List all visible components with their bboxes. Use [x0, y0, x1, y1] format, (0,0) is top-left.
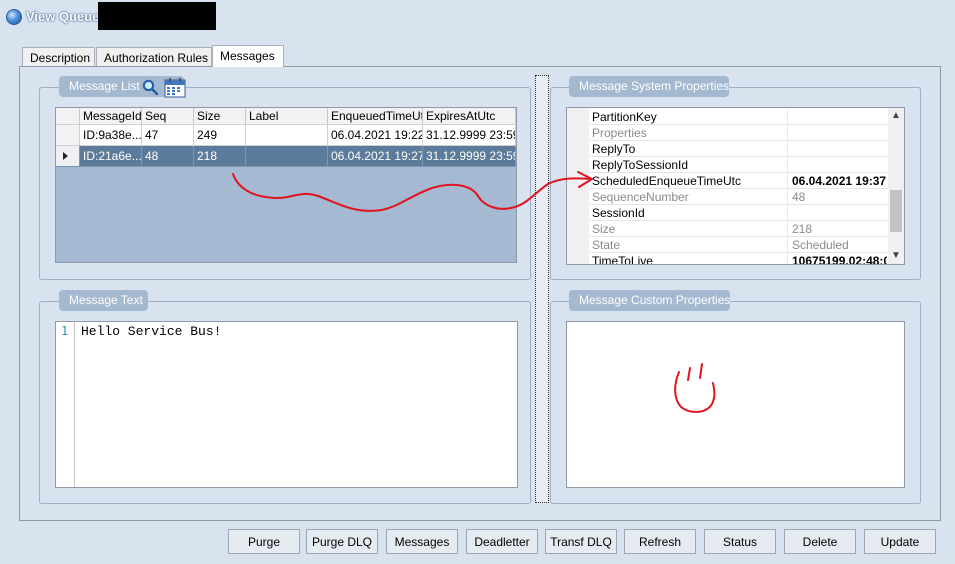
message-grid[interactable]: MessageId Seq Size Label EnqueuedTimeUtc… [55, 107, 517, 263]
tab-description[interactable]: Description [22, 47, 95, 66]
tab-messages[interactable]: Messages [212, 45, 284, 67]
search-icon[interactable] [142, 79, 158, 95]
cell-messageid: ID:9a38e... [80, 125, 142, 146]
column-header-expiresatutc[interactable]: ExpiresAtUtc [423, 108, 516, 125]
transf-dlq-button[interactable]: Transf DLQ [545, 529, 617, 554]
property-name: SessionId [592, 206, 645, 220]
property-grid-scrollbar[interactable]: ▲ ▼ [888, 108, 904, 264]
table-row[interactable]: ID:9a38e... 47 249 06.04.2021 19:22 31.1… [56, 125, 516, 146]
scroll-thumb[interactable] [890, 190, 902, 232]
property-row[interactable]: Properties [589, 125, 888, 141]
property-name: SequenceNumber [592, 190, 689, 204]
cell-enqueued: 06.04.2021 19:27 [328, 146, 423, 167]
property-row[interactable]: PartitionKey [589, 109, 888, 125]
column-header-messageid[interactable]: MessageId [80, 108, 142, 125]
status-button[interactable]: Status [704, 529, 776, 554]
calendar-icon[interactable] [164, 77, 186, 98]
cell-enqueued: 06.04.2021 19:22 [328, 125, 423, 146]
scroll-up-icon[interactable]: ▲ [888, 110, 904, 124]
purge-button[interactable]: Purge [228, 529, 300, 554]
current-row-arrow-icon [63, 152, 68, 160]
column-header-enqueuedtimeutc[interactable]: EnqueuedTimeUtc [328, 108, 423, 125]
property-name: Properties [592, 126, 647, 140]
property-name: PartitionKey [592, 110, 657, 124]
message-text-header: Message Text [59, 290, 148, 311]
property-row[interactable]: ScheduledEnqueueTimeUtc 06.04.2021 19:37 [589, 173, 888, 189]
cell-size: 218 [194, 146, 246, 167]
tab-authorization-rules[interactable]: Authorization Rules [96, 47, 212, 66]
property-grid-gutter [567, 108, 589, 264]
cell-messageid: ID:21a6e... [80, 146, 142, 167]
cell-size: 249 [194, 125, 246, 146]
line-number: 1 [61, 324, 69, 338]
cell-expires: 31.12.9999 23:59 [423, 125, 516, 146]
property-value[interactable] [787, 158, 887, 173]
row-header-corner [56, 108, 80, 125]
property-name: TimeToLive [592, 254, 653, 265]
property-row[interactable]: Size 218 [589, 221, 888, 237]
globe-icon [6, 9, 22, 25]
column-header-label[interactable]: Label [246, 108, 328, 125]
property-name: Size [592, 222, 616, 236]
property-value[interactable]: 06.04.2021 19:37 [787, 174, 887, 189]
refresh-button[interactable]: Refresh [624, 529, 696, 554]
column-header-size[interactable]: Size [194, 108, 246, 125]
cell-expires: 31.12.9999 23:59 [423, 146, 516, 167]
property-name: ScheduledEnqueueTimeUtc [592, 174, 741, 188]
property-value[interactable] [787, 126, 887, 141]
cell-label [246, 146, 328, 167]
system-properties-grid[interactable]: PartitionKey Properties ReplyTo ReplyToSess… [566, 107, 905, 265]
property-row[interactable]: TimeToLive 10675199.02:48:0 [589, 253, 888, 265]
property-value[interactable] [787, 142, 887, 157]
message-body-text[interactable]: Hello Service Bus! [81, 324, 221, 339]
property-name: ReplyTo [592, 142, 636, 156]
row-header[interactable] [56, 146, 80, 167]
cell-label [246, 125, 328, 146]
message-list-title: Message List [69, 79, 140, 93]
property-row[interactable]: ReplyTo [589, 141, 888, 157]
grid-header-row: MessageId Seq Size Label EnqueuedTimeUtc… [56, 108, 516, 125]
custom-properties-header: Message Custom Properties [569, 290, 730, 311]
delete-button[interactable]: Delete [784, 529, 856, 554]
redacted-queue-name [98, 2, 216, 30]
property-value[interactable]: 10675199.02:48:0 [787, 254, 887, 264]
property-value[interactable]: 218 [787, 222, 887, 237]
deadletter-button[interactable]: Deadletter [466, 529, 538, 554]
cell-seq: 48 [142, 146, 194, 167]
update-button[interactable]: Update [864, 529, 936, 554]
row-header[interactable] [56, 125, 80, 146]
scroll-down-icon[interactable]: ▼ [888, 250, 904, 264]
purge-dlq-button[interactable]: Purge DLQ [306, 529, 378, 554]
property-row[interactable]: SessionId [589, 205, 888, 221]
message-text-editor[interactable]: 1 Hello Service Bus! [55, 321, 518, 488]
window-title: View Queue: [26, 9, 104, 24]
property-value[interactable] [787, 110, 887, 125]
property-value[interactable]: Scheduled [787, 238, 887, 253]
system-properties-header: Message System Properties [569, 76, 729, 97]
property-name: State [592, 238, 621, 252]
custom-properties-panel[interactable] [566, 321, 905, 488]
messages-button[interactable]: Messages [386, 529, 458, 554]
vertical-splitter[interactable] [535, 75, 549, 503]
property-row[interactable]: ReplyToSessionId [589, 157, 888, 173]
table-row-selected[interactable]: ID:21a6e... 48 218 06.04.2021 19:27 31.1… [56, 146, 516, 167]
property-value[interactable]: 48 [787, 190, 887, 205]
property-row[interactable]: SequenceNumber 48 [589, 189, 888, 205]
column-header-seq[interactable]: Seq [142, 108, 194, 125]
cell-seq: 47 [142, 125, 194, 146]
property-name: ReplyToSessionId [592, 158, 689, 172]
property-value[interactable] [787, 206, 887, 221]
line-number-gutter [56, 322, 75, 487]
property-row[interactable]: State Scheduled [589, 237, 888, 253]
